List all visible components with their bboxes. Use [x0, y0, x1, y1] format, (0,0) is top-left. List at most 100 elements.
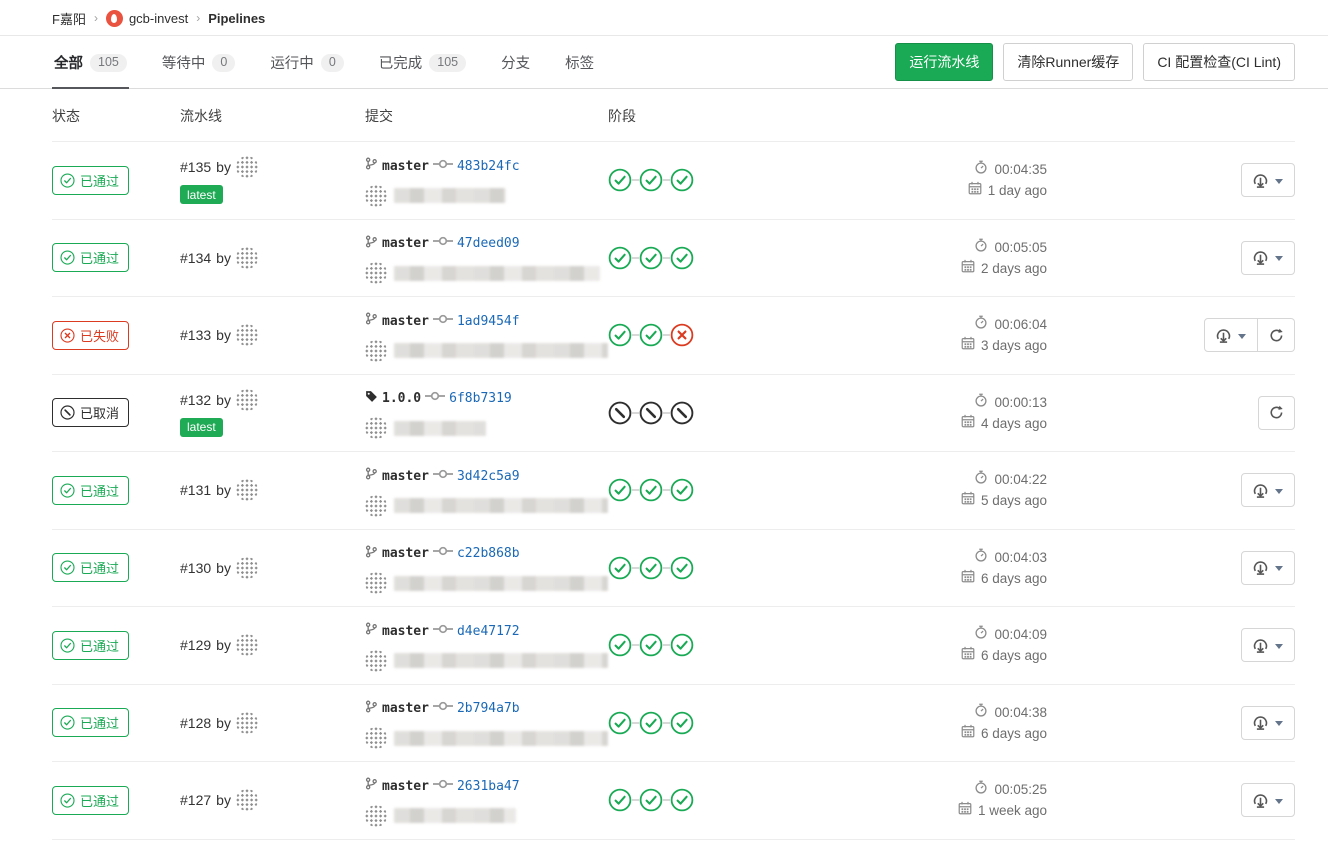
- stage-passed-icon[interactable]: [608, 246, 632, 270]
- committer-avatar[interactable]: [365, 572, 387, 594]
- committer-avatar[interactable]: [365, 417, 387, 439]
- tab-pending[interactable]: 等待中0: [160, 36, 237, 89]
- stage-passed-icon[interactable]: [608, 556, 632, 580]
- artifacts-download-button[interactable]: [1241, 163, 1295, 197]
- stage-passed-icon[interactable]: [608, 323, 632, 347]
- artifacts-download-button[interactable]: [1241, 551, 1295, 585]
- user-avatar[interactable]: [236, 156, 258, 178]
- artifacts-download-button[interactable]: [1241, 628, 1295, 662]
- committer-avatar[interactable]: [365, 340, 387, 362]
- committer-avatar[interactable]: [365, 650, 387, 672]
- stage-connector: [663, 412, 670, 414]
- tab-running[interactable]: 运行中0: [268, 36, 345, 89]
- branch-ref-link[interactable]: master: [382, 159, 429, 174]
- stage-canceled-icon[interactable]: [670, 401, 694, 425]
- tab-all[interactable]: 全部105: [52, 36, 129, 89]
- commit-sha-link[interactable]: d4e47172: [457, 624, 520, 639]
- stage-passed-icon[interactable]: [608, 788, 632, 812]
- user-avatar[interactable]: [236, 557, 258, 579]
- stage-passed-icon[interactable]: [670, 711, 694, 735]
- stage-passed-icon[interactable]: [639, 478, 663, 502]
- stage-canceled-icon[interactable]: [608, 401, 632, 425]
- branch-ref-link[interactable]: master: [382, 546, 429, 561]
- commit-sha-link[interactable]: 6f8b7319: [449, 391, 512, 406]
- committer-avatar[interactable]: [365, 495, 387, 517]
- stage-passed-icon[interactable]: [608, 168, 632, 192]
- branch-ref-link[interactable]: master: [382, 236, 429, 251]
- commit-sha-link[interactable]: 2631ba47: [457, 779, 520, 794]
- clear-runner-cache-button[interactable]: 清除Runner缓存: [1003, 43, 1133, 81]
- pipeline-id: #134: [180, 250, 211, 266]
- branch-ref-link[interactable]: master: [382, 701, 429, 716]
- committer-avatar[interactable]: [365, 185, 387, 207]
- status-badge[interactable]: 已通过: [52, 243, 129, 272]
- user-avatar[interactable]: [236, 389, 258, 411]
- stage-passed-icon[interactable]: [608, 633, 632, 657]
- artifacts-download-button[interactable]: [1241, 241, 1295, 275]
- stage-passed-icon[interactable]: [608, 478, 632, 502]
- user-avatar[interactable]: [236, 247, 258, 269]
- status-badge[interactable]: 已取消: [52, 398, 129, 427]
- commit-sha-link[interactable]: 3d42c5a9: [457, 469, 520, 484]
- status-badge[interactable]: 已通过: [52, 166, 129, 195]
- stage-passed-icon[interactable]: [608, 711, 632, 735]
- status-badge[interactable]: 已通过: [52, 476, 129, 505]
- artifacts-download-button[interactable]: [1204, 318, 1258, 352]
- user-avatar[interactable]: [236, 479, 258, 501]
- status-badge[interactable]: 已通过: [52, 708, 129, 737]
- stage-passed-icon[interactable]: [639, 168, 663, 192]
- pipeline-age: 6 days ago: [981, 723, 1047, 744]
- stage-passed-icon[interactable]: [670, 246, 694, 270]
- branch-ref-link[interactable]: master: [382, 314, 429, 329]
- stage-passed-icon[interactable]: [639, 556, 663, 580]
- commit-sha-link[interactable]: c22b868b: [457, 546, 520, 561]
- stage-canceled-icon[interactable]: [639, 401, 663, 425]
- status-badge[interactable]: 已通过: [52, 553, 129, 582]
- committer-avatar[interactable]: [365, 262, 387, 284]
- retry-pipeline-button[interactable]: [1258, 396, 1295, 430]
- status-badge[interactable]: 已通过: [52, 786, 129, 815]
- artifacts-download-button[interactable]: [1241, 783, 1295, 817]
- branch-ref-link[interactable]: master: [382, 624, 429, 639]
- tab-branches[interactable]: 分支: [499, 36, 532, 89]
- committer-avatar[interactable]: [365, 805, 387, 827]
- stage-passed-icon[interactable]: [639, 711, 663, 735]
- branch-ref-link[interactable]: master: [382, 779, 429, 794]
- artifacts-download-button[interactable]: [1241, 473, 1295, 507]
- tab-label: 等待中: [162, 52, 206, 73]
- tab-tags[interactable]: 标签: [563, 36, 596, 89]
- status-badge[interactable]: 已失败: [52, 321, 129, 350]
- breadcrumb-group-link[interactable]: F嘉阳: [52, 9, 86, 28]
- calendar-icon: [961, 645, 975, 666]
- artifacts-download-button[interactable]: [1241, 706, 1295, 740]
- retry-pipeline-button[interactable]: [1258, 318, 1295, 352]
- breadcrumb-separator: ›: [94, 11, 98, 25]
- stage-passed-icon[interactable]: [639, 246, 663, 270]
- breadcrumb-project-link[interactable]: gcb-invest: [129, 11, 188, 26]
- stage-passed-icon[interactable]: [670, 478, 694, 502]
- stage-passed-icon[interactable]: [670, 168, 694, 192]
- commit-sha-link[interactable]: 1ad9454f: [457, 314, 520, 329]
- ci-lint-button[interactable]: CI 配置检查(CI Lint): [1143, 43, 1295, 81]
- user-avatar[interactable]: [236, 789, 258, 811]
- stage-passed-icon[interactable]: [639, 633, 663, 657]
- tab-finished[interactable]: 已完成105: [377, 36, 468, 89]
- commit-sha-link[interactable]: 2b794a7b: [457, 701, 520, 716]
- stage-passed-icon[interactable]: [670, 788, 694, 812]
- committer-avatar[interactable]: [365, 727, 387, 749]
- user-avatar[interactable]: [236, 324, 258, 346]
- user-avatar[interactable]: [236, 712, 258, 734]
- stage-passed-icon[interactable]: [639, 323, 663, 347]
- commit-sha-link[interactable]: 483b24fc: [457, 159, 520, 174]
- stage-passed-icon[interactable]: [670, 556, 694, 580]
- stage-passed-icon[interactable]: [639, 788, 663, 812]
- status-badge[interactable]: 已通过: [52, 631, 129, 660]
- run-pipeline-button[interactable]: 运行流水线: [895, 43, 993, 81]
- stage-failed-icon[interactable]: [670, 323, 694, 347]
- branch-ref-link[interactable]: master: [382, 469, 429, 484]
- tag-ref-link[interactable]: 1.0.0: [382, 391, 421, 406]
- stage-passed-icon[interactable]: [670, 633, 694, 657]
- user-avatar[interactable]: [236, 634, 258, 656]
- by-label: by: [216, 250, 231, 266]
- commit-sha-link[interactable]: 47deed09: [457, 236, 520, 251]
